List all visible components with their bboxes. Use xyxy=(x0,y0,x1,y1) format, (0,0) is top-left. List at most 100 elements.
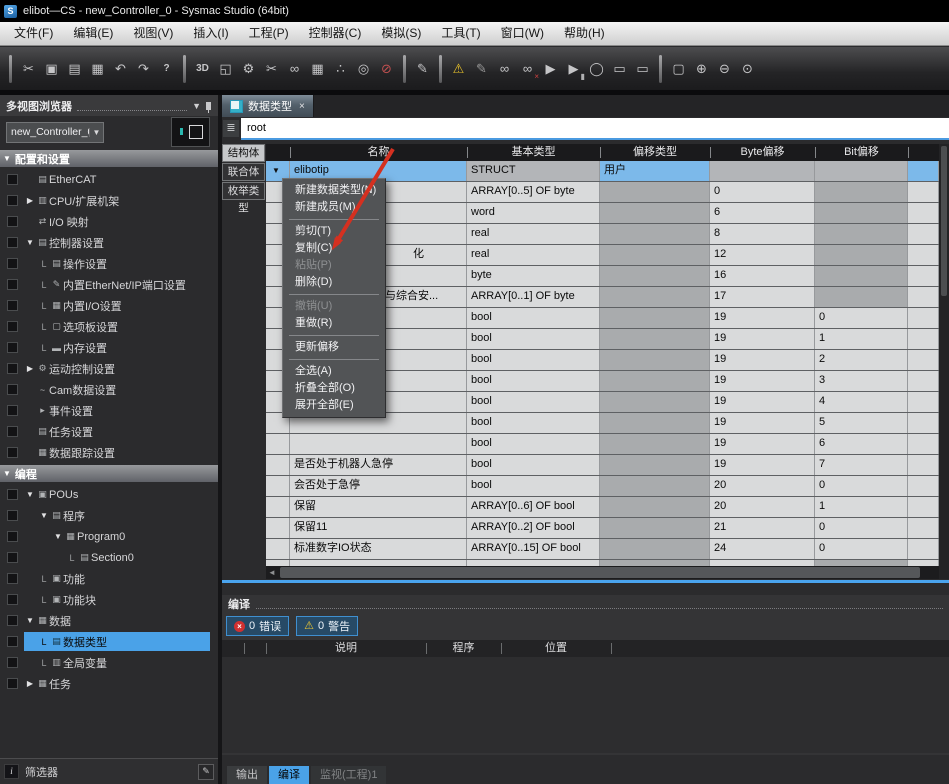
sidebar-item-motion-control-setup[interactable]: ▶⚙运动控制设置 xyxy=(0,358,218,379)
sidebar-item-cam-data-settings[interactable]: ~Cam数据设置 xyxy=(0,379,218,400)
build-icon[interactable]: ⚙ xyxy=(237,55,260,82)
zoom-out-icon[interactable]: ⊖ xyxy=(713,55,736,82)
redo-icon[interactable]: ↷ xyxy=(132,55,155,82)
cell-byte-offset[interactable]: 21 xyxy=(710,518,815,538)
menu-view[interactable]: 视图(V) xyxy=(123,22,183,45)
cell-base-type[interactable]: ARRAY[0..15] OF bool xyxy=(467,539,600,559)
cell-offset-type[interactable] xyxy=(600,308,710,328)
cell-bit-offset[interactable]: 6 xyxy=(815,434,908,454)
paste-icon[interactable]: ▤ xyxy=(63,55,86,82)
cell-extra[interactable] xyxy=(908,497,939,517)
abort-icon[interactable]: ⊘ xyxy=(375,55,398,82)
context-menu-item-new-data-type[interactable]: 新建数据类型(N) xyxy=(283,182,385,199)
sidebar-item-functions[interactable]: L▣功能 xyxy=(0,568,218,589)
cell-offset-type[interactable] xyxy=(600,245,710,265)
cell-extra[interactable] xyxy=(908,182,939,202)
cell-byte-offset[interactable]: 20 xyxy=(710,497,815,517)
cell-base-type[interactable]: ARRAY[0..5] OF byte xyxy=(467,182,600,202)
window-layout-icon[interactable]: ◱ xyxy=(214,55,237,82)
row-expander[interactable] xyxy=(266,539,290,559)
cell-byte-offset[interactable]: 19 xyxy=(710,350,815,370)
table-row[interactable]: 保留11ARRAY[0..2] OF bool210 xyxy=(266,518,939,539)
horizontal-scrollbar-thumb[interactable] xyxy=(280,567,920,578)
monitor-window-2-icon[interactable]: ▭ xyxy=(631,55,654,82)
cell-bit-offset[interactable] xyxy=(815,245,908,265)
cell-extra[interactable] xyxy=(908,329,939,349)
cell-extra[interactable] xyxy=(908,539,939,559)
cut-icon[interactable]: ✂ xyxy=(17,55,40,82)
row-expander[interactable] xyxy=(266,497,290,517)
cell-byte-offset[interactable]: 19 xyxy=(710,308,815,328)
cell-base-type[interactable]: bool xyxy=(467,434,600,454)
sidebar-item-section0[interactable]: L▤Section0 xyxy=(0,547,218,568)
monitor-icon[interactable]: ∞ xyxy=(493,55,516,82)
edit-slash-icon[interactable]: ✎ xyxy=(470,55,493,82)
cell-byte-offset[interactable]: 12 xyxy=(710,245,815,265)
sidebar-item-event-settings[interactable]: ▸事件设置 xyxy=(0,400,218,421)
cell-extra[interactable] xyxy=(908,224,939,244)
row-expander[interactable] xyxy=(266,518,290,538)
row-expander[interactable] xyxy=(266,455,290,475)
cell-offset-type[interactable] xyxy=(600,287,710,307)
cell-byte-offset[interactable]: 19 xyxy=(710,329,815,349)
cell-base-type[interactable]: real xyxy=(467,245,600,265)
step-icon[interactable]: ▶▮ xyxy=(562,55,585,82)
cell-offset-type[interactable] xyxy=(600,371,710,391)
3d-view-icon[interactable]: 3D xyxy=(191,55,214,82)
menu-edit[interactable]: 编辑(E) xyxy=(63,22,123,45)
controller-selector[interactable]: new_Controller_0 ▼ xyxy=(6,122,104,143)
tab-enumerated[interactable]: 枚举类型 xyxy=(222,182,265,200)
sidebar-item-task-settings[interactable]: ▤任务设置 xyxy=(0,421,218,442)
cell-byte-offset[interactable]: 19 xyxy=(710,413,815,433)
cell-byte-offset[interactable]: 6 xyxy=(710,203,815,223)
cell-extra[interactable] xyxy=(908,518,939,538)
cell-bit-offset[interactable]: 1 xyxy=(815,329,908,349)
cell-bit-offset[interactable]: 2 xyxy=(815,350,908,370)
cell-bit-offset[interactable]: 0 xyxy=(815,308,908,328)
sidebar-item-data-trace-settings[interactable]: ▦数据跟踪设置 xyxy=(0,442,218,463)
tree-marker-icon[interactable]: ▼ xyxy=(24,616,36,625)
scroll-left-icon[interactable]: ◄ xyxy=(268,566,276,579)
cell-offset-type[interactable] xyxy=(600,455,710,475)
cell-extra[interactable] xyxy=(908,308,939,328)
cell-extra[interactable] xyxy=(908,245,939,265)
sidebar-item-program0[interactable]: ▼▦Program0 xyxy=(0,526,218,547)
search-icon[interactable]: ◎ xyxy=(352,55,375,82)
table-row[interactable]: 是否处于机器人急停bool197 xyxy=(266,455,939,476)
context-menu-item-expand-all[interactable]: 展开全部(E) xyxy=(283,397,385,414)
context-menu-item-cut[interactable]: 剪切(T) xyxy=(283,223,385,240)
tab-unions[interactable]: 联合体 xyxy=(222,163,265,181)
cell-bit-offset[interactable]: 1 xyxy=(815,497,908,517)
cell-extra[interactable] xyxy=(908,392,939,412)
cell-offset-type[interactable] xyxy=(600,413,710,433)
cell-offset-type[interactable] xyxy=(600,266,710,286)
cell-extra[interactable] xyxy=(908,266,939,286)
cell-name[interactable]: 是否处于机器人急停 xyxy=(290,455,467,475)
sidebar-item-global-variables[interactable]: L▥全局变量 xyxy=(0,652,218,673)
context-menu-item-update-offset[interactable]: 更新偏移 xyxy=(283,339,385,356)
cell-name[interactable]: 保留11 xyxy=(290,518,467,538)
cell-offset-type[interactable] xyxy=(600,182,710,202)
cell-extra[interactable] xyxy=(908,203,939,223)
tree-marker-icon[interactable]: ▼ xyxy=(24,490,36,499)
menu-project[interactable]: 工程(P) xyxy=(239,22,299,45)
cell-offset-type[interactable] xyxy=(600,497,710,517)
run-icon[interactable]: ▶ xyxy=(539,55,562,82)
cell-byte-offset[interactable] xyxy=(710,161,815,181)
sidebar-item-builtin-ethernet-ip-port-settings[interactable]: L✎内置EtherNet/IP端口设置 xyxy=(0,274,218,295)
copy-icon[interactable]: ▣ xyxy=(40,55,63,82)
horizontal-scrollbar[interactable]: ◄ xyxy=(266,566,939,579)
cell-name[interactable]: 会否处于急停 xyxy=(290,476,467,496)
cell-base-type[interactable]: bool xyxy=(467,392,600,412)
tree-marker-icon[interactable]: ▶ xyxy=(24,196,36,205)
context-menu-item-delete[interactable]: 删除(D) xyxy=(283,274,385,291)
section-header-programming[interactable]: ▼编程 xyxy=(0,465,218,482)
edit-filter-icon[interactable]: ✎ xyxy=(198,764,214,780)
error-badge[interactable]: × 0 错误 xyxy=(226,616,289,636)
table-row[interactable]: 保留ARRAY[0..6] OF bool201 xyxy=(266,497,939,518)
cell-base-type[interactable]: real xyxy=(467,224,600,244)
vertical-scrollbar-thumb[interactable] xyxy=(941,146,947,296)
cell-bit-offset[interactable] xyxy=(815,224,908,244)
cell-byte-offset[interactable]: 17 xyxy=(710,287,815,307)
cell-byte-offset[interactable]: 19 xyxy=(710,371,815,391)
